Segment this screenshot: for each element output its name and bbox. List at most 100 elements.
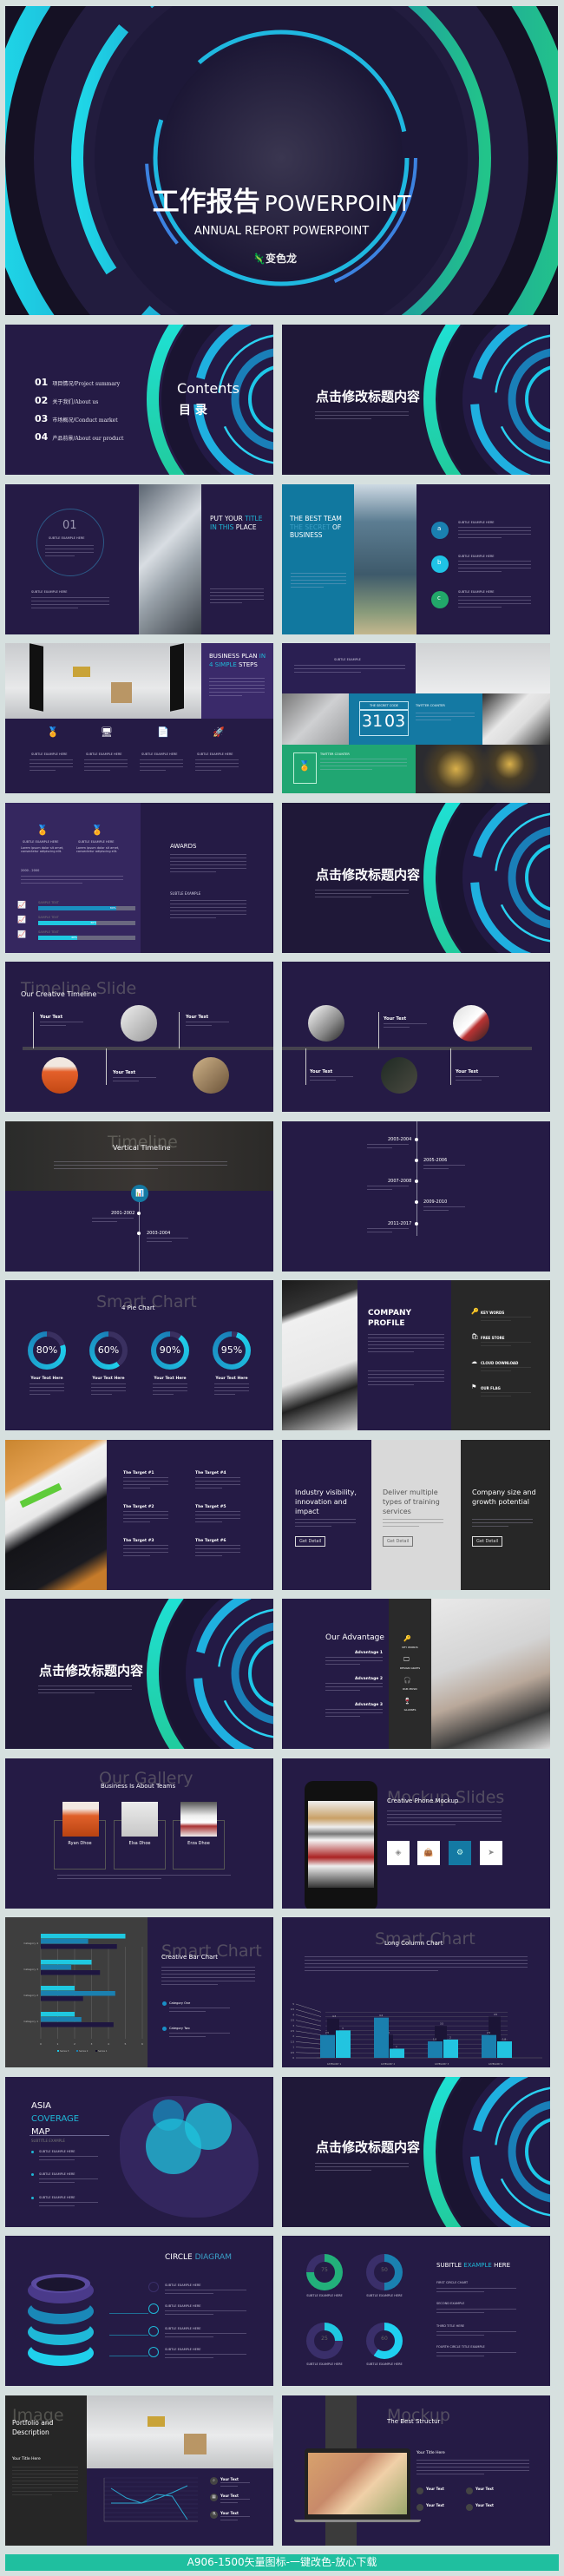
slide-section-title[interactable]: 点击修改标题内容 xyxy=(5,1599,273,1749)
text-line xyxy=(291,579,346,582)
item-label: SUBTLE EXAMPLE HERE xyxy=(39,2150,75,2153)
layers-icon-tile[interactable]: ◈ xyxy=(387,1841,410,1865)
text-line xyxy=(481,1342,531,1344)
slide-column-chart[interactable]: Smart Chart Long Column Chart 0 0.5 1 1.5 2 2… xyxy=(282,1917,550,2067)
category-label: CATEGORY 2 xyxy=(381,2062,396,2066)
slide-creative-timeline[interactable]: Timeline Slide Our Creative Timeline You… xyxy=(5,962,273,1112)
lorem-text-lines xyxy=(481,1392,531,1399)
text-line xyxy=(472,1521,533,1524)
text-line xyxy=(84,762,128,765)
slide-portfolio[interactable]: Image Portfolio and Description Your Titl… xyxy=(5,2395,273,2546)
text-line xyxy=(209,684,265,687)
slide-timeline-continued[interactable]: Your Text Your Text Your Text xyxy=(282,962,550,1112)
text-line xyxy=(481,1317,531,1318)
text-line xyxy=(220,2499,250,2500)
slide-three-columns[interactable]: Industry visibility, innovation and impa… xyxy=(282,1440,550,1590)
slide-phone-mockup[interactable]: Mockup Slides Creative Phone Mockup ◈ 👜 … xyxy=(282,1758,550,1909)
text-line xyxy=(165,2333,246,2335)
bag-icon-tile[interactable]: 👜 xyxy=(417,1841,440,1865)
lorem-text-lines xyxy=(481,1342,531,1349)
slide-gallery[interactable]: Our Gallery Business Is About Teams Ryan… xyxy=(5,1758,273,1909)
text-line xyxy=(12,2483,78,2486)
brand-logo: 🦎变色龙 xyxy=(252,253,297,265)
text-line xyxy=(147,1238,188,1239)
slide-awards[interactable]: 🏅 🏅 SUBTLE EXAMPLE HERE SUBTLE EXAMPLE H… xyxy=(5,803,273,953)
tick-label: 1 xyxy=(292,2046,294,2049)
icon-strip xyxy=(389,1599,431,1749)
text-line xyxy=(423,1206,465,1208)
text-line xyxy=(123,1483,168,1486)
text-line xyxy=(458,599,531,601)
slide-contents[interactable]: 01 项目情况/Project summary 02 关于我们/About us… xyxy=(5,325,273,475)
slide-company-profile[interactable]: COMPANY PROFILE 🔑 🛍 ☁ ⚑ KEY WORDS FREE ST… xyxy=(282,1280,550,1430)
item-label: SUBTLE EXAMPLE HERE xyxy=(39,2172,75,2176)
slide-pie-charts[interactable]: Smart Chart 4 Pie Chart 80% Your Text He… xyxy=(5,1280,273,1430)
lorem-text-lines xyxy=(291,573,346,590)
contents-item[interactable]: 04 产品前景/About our product xyxy=(35,427,123,445)
slide-bar-chart[interactable]: 图表标题0123456Category 1Category 2Category … xyxy=(5,1917,273,2067)
slide-section-title[interactable]: 点击修改标题内容 xyxy=(282,803,550,953)
profile-title: COMPANY PROFILE xyxy=(368,1309,411,1328)
get-detail-button[interactable]: Get Detail xyxy=(472,1536,503,1547)
credit-card xyxy=(73,667,90,677)
text-line xyxy=(416,2466,529,2468)
contents-item[interactable]: 01 项目情况/Project summary xyxy=(35,372,123,391)
lorem-text-lines xyxy=(91,1383,126,1397)
slide-section-title[interactable]: 点击修改标题内容 xyxy=(282,2077,550,2227)
lorem-text-lines xyxy=(315,2163,409,2173)
text-line xyxy=(458,529,531,532)
slide-business-plan[interactable]: BUSINESS PLAN IN 4 SIMPLE STEPS 🏅 🖥 📄 🚀 S… xyxy=(5,643,273,793)
subtitle: SUBTLE EXAMPLE HERE xyxy=(31,590,68,594)
food-photo xyxy=(482,693,550,745)
text-line xyxy=(305,1959,528,1962)
caption-bar: A906-1500矢量图标-一键改色-放心下载 xyxy=(5,2554,559,2571)
cover-slide[interactable]: 工作报告 POWERPOINT ANNUAL REPORT POWERPOINT… xyxy=(5,6,558,315)
bullet-dot xyxy=(31,2197,34,2199)
slide-timeline-years[interactable]: 2003-2004 2005-2006 2007-2008 2009-2010 … xyxy=(282,1121,550,1272)
slide-our-advantage[interactable]: Our Advantage Advantage 1 Advantage 2 Ad… xyxy=(282,1599,550,1749)
slide-section-title[interactable]: 点击修改标题内容 xyxy=(282,325,550,475)
subtitle: Your Title Here xyxy=(12,2457,41,2461)
slide-targets[interactable]: The Target #1 The Target #2 The Target #… xyxy=(5,1440,273,1590)
text-line xyxy=(320,768,372,771)
slide-put-your-title[interactable]: 01 SUBTLE EXAMPLE HERE SUBTLE EXAMPLE HE… xyxy=(5,484,273,634)
item-label: SUBTLE EXAMPLE HERE xyxy=(165,2284,201,2287)
gear-icon-tile[interactable]: ⚙ xyxy=(449,1841,471,1865)
calculator-icon: ▦ xyxy=(210,2494,218,2501)
badge-letter: a xyxy=(437,525,442,532)
text-line xyxy=(123,1521,151,1523)
slide-best-structure[interactable]: Mockup The Best Structur Your Title Here… xyxy=(282,2395,550,2546)
slide-asia-map[interactable]: ASIA COVERAGE MAP SUBTITLE EXAMPLE SUBTLE … xyxy=(5,2077,273,2227)
data-label: 1 xyxy=(396,2045,397,2048)
slide-circle-diagram[interactable]: CIRCLE DIAGRAM SUBTLE EXAMPLE HERE SUBTL… xyxy=(5,2236,273,2386)
slide-title: 4 Pie Chart xyxy=(121,1304,155,1311)
item-label: SUBTLE EXAMPLE HERE xyxy=(458,590,495,594)
text-line xyxy=(320,761,407,764)
contents-item[interactable]: 03 市场概况/Conduct market xyxy=(35,409,123,427)
text-line xyxy=(209,691,265,693)
timeline-dot xyxy=(137,1232,141,1235)
slide-donut-charts[interactable]: 75 SUBTLE EXAMPLE HERE 50 SUBTLE EXAMPLE… xyxy=(282,2236,550,2386)
lorem-text-lines xyxy=(416,2460,529,2477)
text-line xyxy=(315,2169,371,2172)
pie-caption: Your Text Here xyxy=(30,1377,63,1381)
award-icon: 🏅 xyxy=(47,726,59,738)
badge-letter: c xyxy=(437,595,441,601)
text-line xyxy=(367,1147,392,1149)
get-detail-button[interactable]: Get Detail xyxy=(383,1536,414,1547)
tick-label: 5 xyxy=(125,2042,127,2046)
slide-vertical-timeline[interactable]: Timeline Vertical Timeline 📊 2001-2002 2… xyxy=(5,1121,273,1272)
text-line xyxy=(384,1023,427,1025)
progress-fill: 40% xyxy=(38,936,77,940)
slide-title: Our Creative Timeline xyxy=(21,990,97,998)
slide-best-team[interactable]: THE BEST TEAM THE SECRET OF BUSINESS a b c… xyxy=(282,484,550,634)
slide-secret-code[interactable]: SUBTLE EXAMPLE THE SECRET CODE 31 03 TWI… xyxy=(282,643,550,793)
ring-graphic xyxy=(147,325,273,475)
gridline xyxy=(295,2047,322,2049)
send-icon-tile[interactable]: ➤ xyxy=(480,1841,502,1865)
item-title: Your Text xyxy=(475,2503,494,2507)
get-detail-button[interactable]: Get Detail xyxy=(295,1536,326,1547)
contents-item[interactable]: 02 关于我们/About us xyxy=(35,391,123,409)
item-title: Your Text xyxy=(475,2487,494,2491)
timeline-year: 2003-2004 xyxy=(388,1137,412,1142)
